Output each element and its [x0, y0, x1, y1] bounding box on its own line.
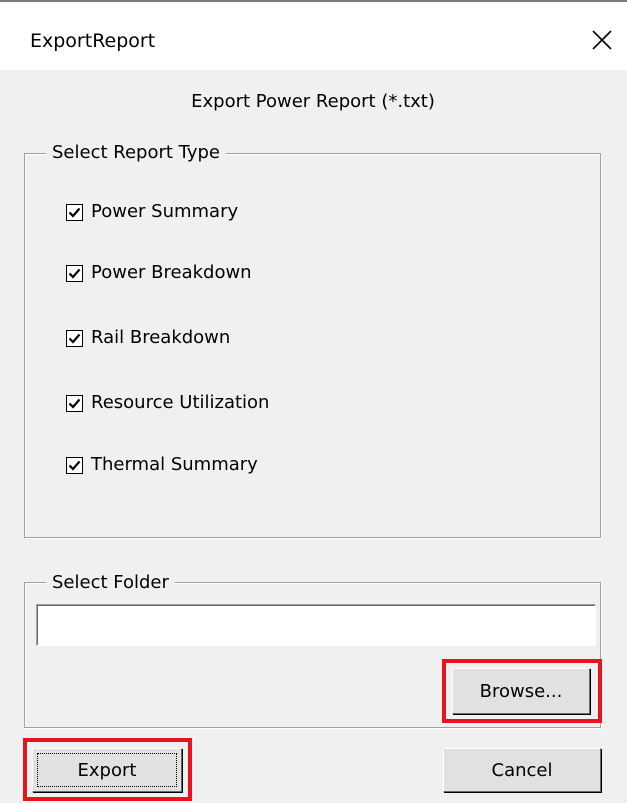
close-button[interactable] [586, 24, 618, 56]
checkbox-label: Thermal Summary [91, 454, 258, 475]
window-title: ExportReport [30, 30, 156, 52]
checkbox-box[interactable] [66, 456, 83, 474]
checkbox-box[interactable] [66, 264, 83, 282]
checkbox-box[interactable] [66, 329, 83, 347]
checkbox-label: Power Breakdown [91, 262, 252, 283]
folder-legend: Select Folder [46, 572, 175, 594]
check-mark-icon [68, 333, 81, 344]
cancel-button-label: Cancel [491, 759, 553, 781]
export-description: Export Power Report (*.txt) [191, 91, 435, 112]
export-report-dialog: ExportReport Export Power Report (*.txt)… [0, 0, 627, 803]
check-mark-icon [68, 207, 81, 218]
checkbox-power-summary[interactable]: Power Summary [66, 199, 238, 225]
checkbox-label: Rail Breakdown [91, 327, 231, 348]
checkbox-thermal-summary[interactable]: Thermal Summary [66, 452, 258, 478]
export-button[interactable]: Export [32, 748, 182, 792]
checkbox-box[interactable] [66, 394, 83, 412]
checkbox-resource-utilization[interactable]: Resource Utilization [66, 390, 269, 416]
checkbox-box[interactable] [66, 203, 83, 221]
export-button-label: Export [77, 759, 137, 781]
report-type-legend: Select Report Type [46, 142, 226, 164]
checkbox-rail-breakdown[interactable]: Rail Breakdown [66, 325, 230, 351]
checkbox-label: Resource Utilization [91, 392, 270, 413]
title-bar: ExportReport [0, 2, 627, 70]
check-mark-icon [68, 398, 81, 409]
browse-button[interactable]: Browse... [452, 668, 590, 714]
checkbox-power-breakdown[interactable]: Power Breakdown [66, 260, 252, 286]
cancel-button[interactable]: Cancel [443, 748, 601, 792]
close-icon [592, 30, 612, 50]
folder-path-input[interactable] [36, 604, 596, 646]
check-mark-icon [68, 460, 81, 471]
check-mark-icon [68, 268, 81, 279]
checkbox-label: Power Summary [91, 201, 239, 222]
browse-button-label: Browse... [479, 680, 563, 702]
